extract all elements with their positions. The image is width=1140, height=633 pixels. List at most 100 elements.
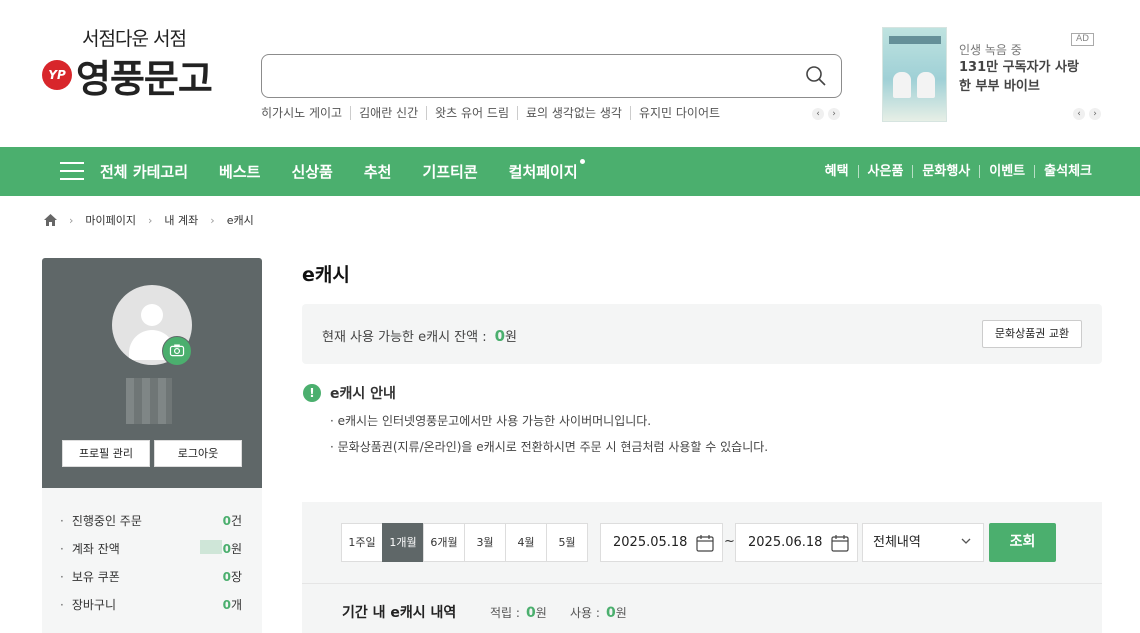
nav-item-culture-label: 컬처페이지: [508, 163, 578, 181]
earn-value: 0: [525, 605, 536, 621]
earn-summary: 적립 : 0원: [490, 604, 547, 621]
keyword-link[interactable]: 유지민 다이어트: [629, 106, 728, 120]
main-navigation: 전체 카테고리 베스트 신상품 추천 기프티콘 컬처페이지 혜택 사은품 문화행…: [0, 147, 1140, 196]
use-value: 0: [605, 605, 616, 621]
calendar-icon[interactable]: [696, 534, 714, 552]
popular-keywords: 히가시노 게이고 김애란 신간 왓츠 유어 드림 료의 생각없는 생각 유지민 …: [261, 106, 728, 120]
breadcrumb: › 마이페이지 › 내 계좌 › e캐시: [44, 212, 254, 228]
chevron-left-icon[interactable]: ‹: [812, 108, 824, 120]
use-label: 사용 :: [570, 606, 600, 620]
balance-value: 0: [494, 327, 506, 345]
stat-coupons[interactable]: 보유 쿠폰 0장: [60, 568, 242, 585]
stat-unit: 장: [230, 570, 242, 584]
logo-tagline: 서점다운 서점: [82, 28, 187, 50]
home-icon[interactable]: [44, 214, 57, 226]
ad-title[interactable]: 131만 구독자가 사랑한 부부 바이브: [959, 58, 1079, 96]
period-march[interactable]: 3월: [464, 523, 506, 562]
stat-label: 보유 쿠폰: [60, 568, 120, 585]
user-name-redacted: [126, 378, 172, 424]
nav-sub-culture-events[interactable]: 문화행사: [912, 165, 979, 178]
info-line: · e캐시는 인터넷영풍문고에서만 사용 가능한 사이버머니입니다.: [330, 414, 652, 428]
balance-unit: 원: [505, 330, 518, 345]
redacted-chip: [200, 540, 222, 554]
period-april[interactable]: 4월: [505, 523, 547, 562]
new-dot-icon: [579, 159, 585, 164]
stat-cart[interactable]: 장바구니 0개: [60, 596, 242, 613]
earn-label: 적립 :: [490, 606, 520, 620]
nav-item-all-categories[interactable]: 전체 카테고리: [100, 161, 188, 182]
nav-item-best[interactable]: 베스트: [219, 161, 260, 182]
keyword-link[interactable]: 료의 생각없는 생각: [517, 106, 630, 120]
calendar-icon[interactable]: [831, 534, 849, 552]
nav-sub-list: 혜택 사은품 문화행사 이벤트 출석체크: [816, 147, 1092, 196]
history-type-value: 전체내역: [873, 535, 921, 550]
breadcrumb-mypage[interactable]: 마이페이지: [85, 212, 136, 228]
stat-label: 진행중인 주문: [60, 512, 142, 529]
period-may[interactable]: 5월: [546, 523, 588, 562]
info-line: · 문화상품권(지류/온라인)을 e캐시로 전환하시면 주문 시 현금처럼 사용…: [330, 440, 769, 454]
chevron-right-icon[interactable]: ›: [828, 108, 840, 120]
use-summary: 사용 : 0원: [570, 604, 627, 621]
info-title: e캐시 안내: [330, 386, 396, 402]
menu-icon[interactable]: [60, 162, 84, 180]
earn-unit: 원: [535, 606, 547, 620]
stat-label: 계좌 잔액: [60, 540, 120, 557]
search-input[interactable]: [276, 65, 796, 87]
end-date-value: 2025.06.18: [748, 535, 823, 550]
nav-sub-attendance[interactable]: 출석체크: [1034, 165, 1092, 178]
chevron-right-icon: ›: [69, 213, 74, 227]
nav-sub-events[interactable]: 이벤트: [979, 165, 1034, 178]
site-header: 서점다운 서점 YP 영풍문고 히가시노 게이고 김애란 신간 왓츠 유어 드림…: [0, 0, 1140, 147]
nav-item-gifticon[interactable]: 기프티콘: [422, 161, 477, 182]
logo-wordmark: 영풍문고: [76, 57, 213, 101]
camera-icon[interactable]: [162, 336, 192, 366]
info-heading: ! e캐시 안내: [303, 383, 396, 403]
balance-label: 현재 사용 가능한 e캐시 잔액 :: [322, 330, 487, 345]
keyword-link[interactable]: 히가시노 게이고: [261, 106, 350, 120]
profile-manage-button[interactable]: 프로필 관리: [62, 440, 150, 467]
end-date-field[interactable]: 2025.06.18: [735, 523, 858, 562]
period-1month[interactable]: 1개월: [382, 523, 424, 562]
gift-card-exchange-button[interactable]: 문화상품권 교환: [982, 320, 1082, 348]
ad-book-cover[interactable]: [882, 27, 947, 122]
exclamation-icon: !: [303, 384, 321, 402]
stat-unit: 원: [230, 542, 242, 556]
keyword-link[interactable]: 김애란 신간: [350, 106, 426, 120]
stat-value: 0: [222, 542, 231, 556]
breadcrumb-account[interactable]: 내 계좌: [164, 212, 198, 228]
logout-button[interactable]: 로그아웃: [154, 440, 242, 467]
nav-item-new[interactable]: 신상품: [291, 161, 332, 182]
stat-value: 0: [222, 514, 231, 528]
stat-unit: 개: [230, 598, 242, 612]
nav-item-recommend[interactable]: 추천: [364, 161, 392, 182]
chevron-right-icon[interactable]: ›: [1089, 108, 1101, 120]
keyword-pager: ‹ ›: [812, 108, 840, 120]
nav-main-list: 전체 카테고리 베스트 신상품 추천 기프티콘 컬처페이지: [100, 147, 609, 196]
nav-item-culture[interactable]: 컬처페이지: [508, 159, 585, 182]
nav-sub-gifts[interactable]: 사은품: [857, 165, 913, 178]
summary-title: 기간 내 e캐시 내역: [342, 605, 457, 621]
account-summary: 진행중인 주문 0건 계좌 잔액 0원 보유 쿠폰 0장 장바구니 0개: [42, 488, 262, 633]
history-type-select[interactable]: 전체내역: [862, 523, 984, 562]
keyword-link[interactable]: 왓츠 유어 드림: [426, 106, 517, 120]
search-button[interactable]: 조회: [989, 523, 1056, 562]
stat-label: 장바구니: [60, 596, 116, 613]
stat-orders[interactable]: 진행중인 주문 0건: [60, 512, 242, 529]
chevron-right-icon: ›: [210, 213, 215, 227]
ad-pager: ‹ ›: [1073, 108, 1101, 120]
start-date-field[interactable]: 2025.05.18: [600, 523, 723, 562]
date-range-separator: ~: [724, 534, 735, 549]
chevron-left-icon[interactable]: ‹: [1073, 108, 1085, 120]
search-icon[interactable]: [805, 65, 827, 87]
search-bar: [261, 54, 842, 98]
period-6month[interactable]: 6개월: [423, 523, 465, 562]
balance-text: 현재 사용 가능한 e캐시 잔액 : 0원: [322, 326, 517, 345]
period-tabs: 1주일 1개월 6개월 3월 4월 5월: [341, 523, 588, 562]
site-logo[interactable]: 서점다운 서점 YP 영풍문고: [42, 24, 232, 104]
period-1week[interactable]: 1주일: [341, 523, 383, 562]
ad-badge: AD: [1071, 33, 1094, 46]
ad-subtitle[interactable]: 인생 녹음 중: [959, 41, 1022, 58]
use-unit: 원: [615, 606, 627, 620]
logo-badge: YP: [42, 60, 72, 90]
nav-sub-benefits[interactable]: 혜택: [816, 165, 858, 178]
